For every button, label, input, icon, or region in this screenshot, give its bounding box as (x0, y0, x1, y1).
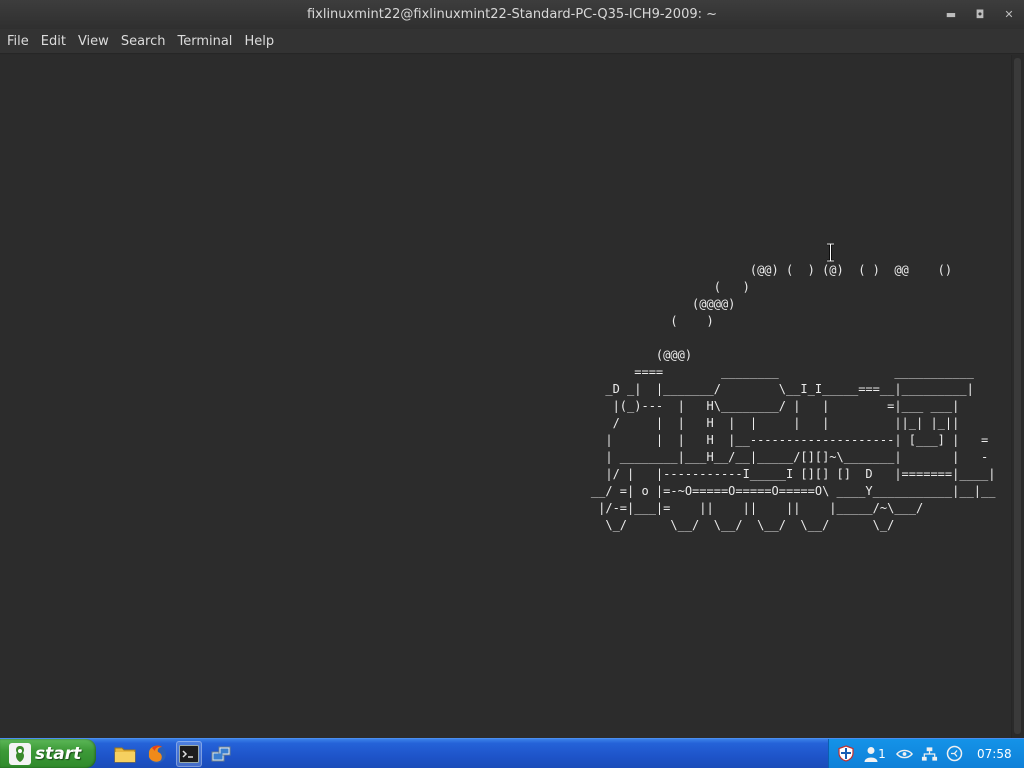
network-places-icon[interactable] (208, 741, 234, 767)
users-icon[interactable]: 1 (862, 745, 888, 762)
menu-edit[interactable]: Edit (36, 34, 71, 49)
volume-icon[interactable] (946, 745, 963, 762)
terminal-icon[interactable] (176, 741, 202, 767)
network-connection-icon[interactable] (921, 745, 938, 762)
start-label: start (35, 743, 82, 764)
taskbar-clock[interactable]: 07:58 (977, 747, 1012, 761)
title-bar: fixlinuxmint22@fixlinuxmint22-Standard-P… (0, 0, 1024, 29)
start-logo-icon (9, 742, 31, 765)
start-button[interactable]: start (0, 739, 96, 768)
file-manager-icon[interactable] (112, 741, 138, 767)
security-shield-icon[interactable] (837, 745, 854, 762)
terminal-output-text: (@@) ( ) (@) ( ) @@ () ( ) (@@@@) ( ) (@… (590, 263, 996, 532)
terminal-output-area[interactable]: (@@) ( ) (@) ( ) @@ () ( ) (@@@@) ( ) (@… (0, 55, 1012, 738)
window-controls: ▬ ◘ ✕ (944, 0, 1016, 29)
menu-terminal[interactable]: Terminal (172, 34, 237, 49)
network-status-icon[interactable] (896, 745, 913, 762)
menu-bar: File Edit View Search Terminal Help (0, 29, 1024, 54)
close-button[interactable]: ✕ (1002, 8, 1016, 21)
scrollbar-thumb[interactable] (1014, 58, 1021, 734)
menu-help[interactable]: Help (239, 34, 279, 49)
window-title: fixlinuxmint22@fixlinuxmint22-Standard-P… (306, 7, 718, 22)
system-tray: 1 07:58 (828, 739, 1024, 768)
taskbar: start 1 07:58 (0, 738, 1024, 768)
text-cursor-icon (827, 243, 834, 262)
maximize-button[interactable]: ◘ (973, 8, 987, 21)
menu-view[interactable]: View (73, 34, 114, 49)
quick-launch-bar (112, 740, 234, 768)
firefox-icon[interactable] (144, 741, 170, 767)
menu-file[interactable]: File (2, 34, 34, 49)
users-count-badge: 1 (878, 746, 886, 761)
minimize-button[interactable]: ▬ (944, 8, 958, 21)
terminal-scrollbar[interactable] (1011, 55, 1024, 738)
menu-search[interactable]: Search (116, 34, 171, 49)
